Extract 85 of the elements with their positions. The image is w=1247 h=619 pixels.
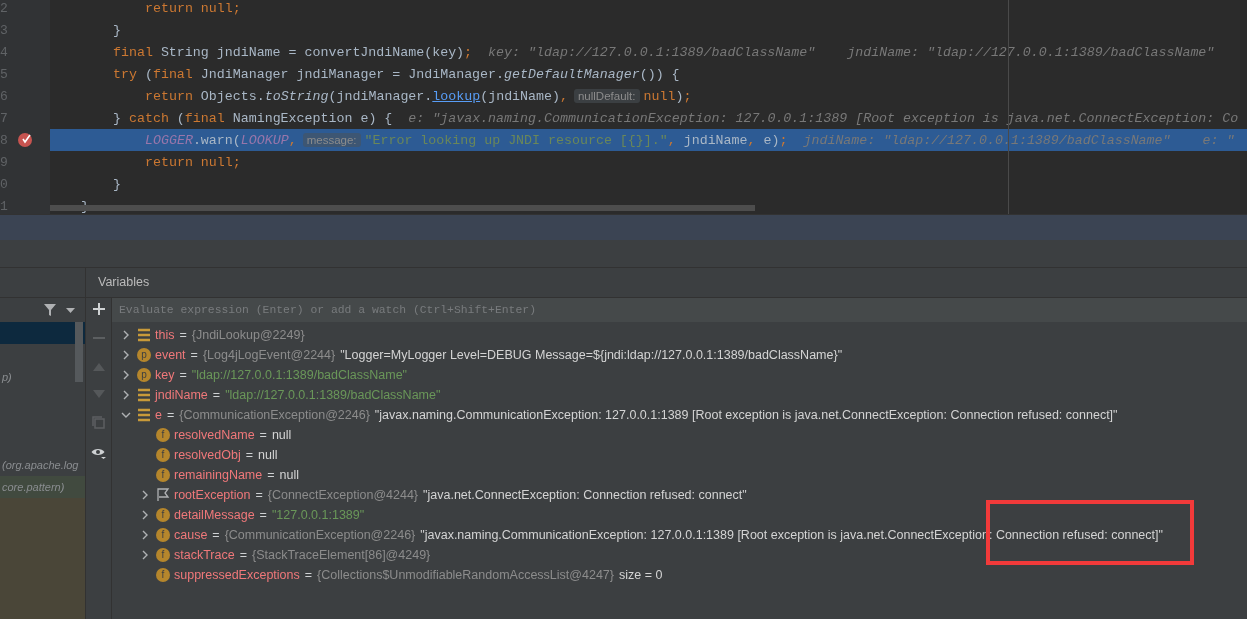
equals-sign: = (179, 366, 187, 384)
lines-icon (137, 408, 151, 422)
code-text: LOGGER.warn(LOOKUP, (145, 132, 297, 148)
equals-sign: = (259, 426, 267, 444)
variable-value: "Logger=MyLogger Level=DEBUG Message=${jndi:ldap://127.0.0.1:1389/badClassName}" (340, 346, 843, 364)
equals-sign: = (166, 406, 175, 424)
variable-name: rootException (174, 486, 251, 504)
inline-value-hint: jndiName: "ldap://127.0.0.1:1389/badClassName" (847, 44, 1215, 60)
variable-value: "javax.naming.CommunicationException: 127.0.0.1:1389 [Root exception is java.net.ConnectException: Connection refused: connect]" (374, 406, 1118, 424)
variable-name: resolvedObj (174, 446, 241, 464)
equals-sign: = (304, 566, 313, 584)
parameter-hint: message: (302, 133, 361, 147)
variable-name: remainingName (174, 466, 263, 484)
code-text: } catch (final NamingException e) { (113, 110, 393, 126)
object-reference: {Collections$UnmodifiableRandomAccessList@4247} (317, 566, 614, 584)
code-text: } (113, 176, 121, 192)
inline-value-hint: e: "javax.naming.CommunicationException: 127.0.0.1:1389 [Root exception is java.net.ConnectException: Co (408, 110, 1239, 126)
code-text: "Error looking up JNDI resource [{}].", jndiName, e); (364, 132, 788, 148)
object-reference: {ConnectException@4244} (267, 486, 419, 504)
variable-name: stackTrace (174, 546, 235, 564)
filter-icon[interactable] (44, 304, 56, 316)
code-text: return Objects.toString(jndiManager.lookup(jndiName), (145, 88, 568, 104)
dropdown-caret-icon[interactable] (66, 307, 75, 313)
object-reference: {Log4jLogEvent@2244} (202, 346, 336, 364)
code-text: null); (643, 88, 692, 104)
parameter-icon: p (137, 368, 151, 382)
object-reference: {JndiLookup@2249} (191, 326, 305, 344)
scrollbar[interactable] (75, 322, 83, 382)
code-text: return null; (145, 0, 241, 16)
variable-name: jndiName (155, 386, 208, 404)
variable-name: resolvedName (174, 426, 255, 444)
eye-icon[interactable] (91, 447, 106, 459)
equals-sign: = (245, 446, 253, 464)
equals-sign: = (212, 386, 221, 404)
frame-label: core.pattern) (2, 479, 65, 495)
code-text: try (final JndiManager jndiManager = JndiManager.getDefaultManager()) { (113, 66, 680, 82)
inline-value-hint: key: "ldap://127.0.0.1:1389/badClassName" (488, 44, 816, 60)
inline-value-hint: e: " (1202, 132, 1235, 148)
variable-value: "java.net.ConnectException: Connection refused: connect" (423, 486, 747, 504)
frame-row[interactable]: core.pattern) (0, 476, 85, 498)
equals-sign: = (259, 506, 267, 524)
equals-sign: = (190, 346, 198, 364)
lines-icon (137, 328, 151, 342)
variable-name: this (155, 326, 175, 344)
code-text: final String jndiName = convertJndiName(key); (113, 44, 473, 60)
field-icon: f (156, 448, 170, 462)
breakpoint-icon[interactable] (18, 133, 32, 147)
lines-icon (137, 388, 151, 402)
variable-value: null (271, 426, 292, 444)
code-text: } (113, 22, 121, 38)
equals-sign: = (239, 546, 247, 564)
variable-value: null (258, 446, 278, 464)
field-icon: f (156, 528, 170, 542)
string-value: "ldap://127.0.0.1:1389/badClassName" (191, 366, 408, 384)
parameter-hint: nullDefault: (573, 89, 640, 103)
frame-row[interactable]: (org.apache.log (0, 454, 85, 476)
equals-sign: = (267, 466, 275, 484)
equals-sign: = (212, 526, 220, 544)
field-icon: f (156, 428, 170, 442)
object-reference: {CommunicationException@2246} (224, 526, 416, 544)
parameter-icon: p (137, 348, 151, 362)
frame-label: (org.apache.log (2, 457, 79, 473)
field-icon: f (156, 568, 170, 582)
variable-value: size = 0 (619, 566, 663, 584)
variable-value: null (279, 466, 299, 484)
field-icon: f (156, 548, 170, 562)
flag-icon (156, 488, 170, 502)
frame-row[interactable]: p) (0, 366, 85, 388)
code-text: return null; (145, 154, 241, 170)
frame-label: p) (2, 369, 12, 385)
equals-sign: = (179, 326, 187, 344)
field-icon: f (156, 508, 170, 522)
field-icon: f (156, 468, 170, 482)
string-value: "ldap://127.0.0.1:1389/badClassName" (225, 386, 441, 404)
add-icon[interactable] (92, 303, 105, 315)
string-value: "127.0.0.1:1389" (271, 506, 365, 524)
variable-name: detailMessage (174, 506, 255, 524)
equals-sign: = (255, 486, 263, 504)
variable-name: cause (174, 526, 208, 544)
variable-name: suppressedExceptions (174, 566, 300, 584)
object-reference: {CommunicationException@2246} (179, 406, 370, 424)
variable-name: e (155, 406, 162, 424)
variable-name: key (155, 366, 175, 384)
object-reference: {StackTraceElement[86]@4249} (252, 546, 431, 564)
variable-name: event (155, 346, 186, 364)
